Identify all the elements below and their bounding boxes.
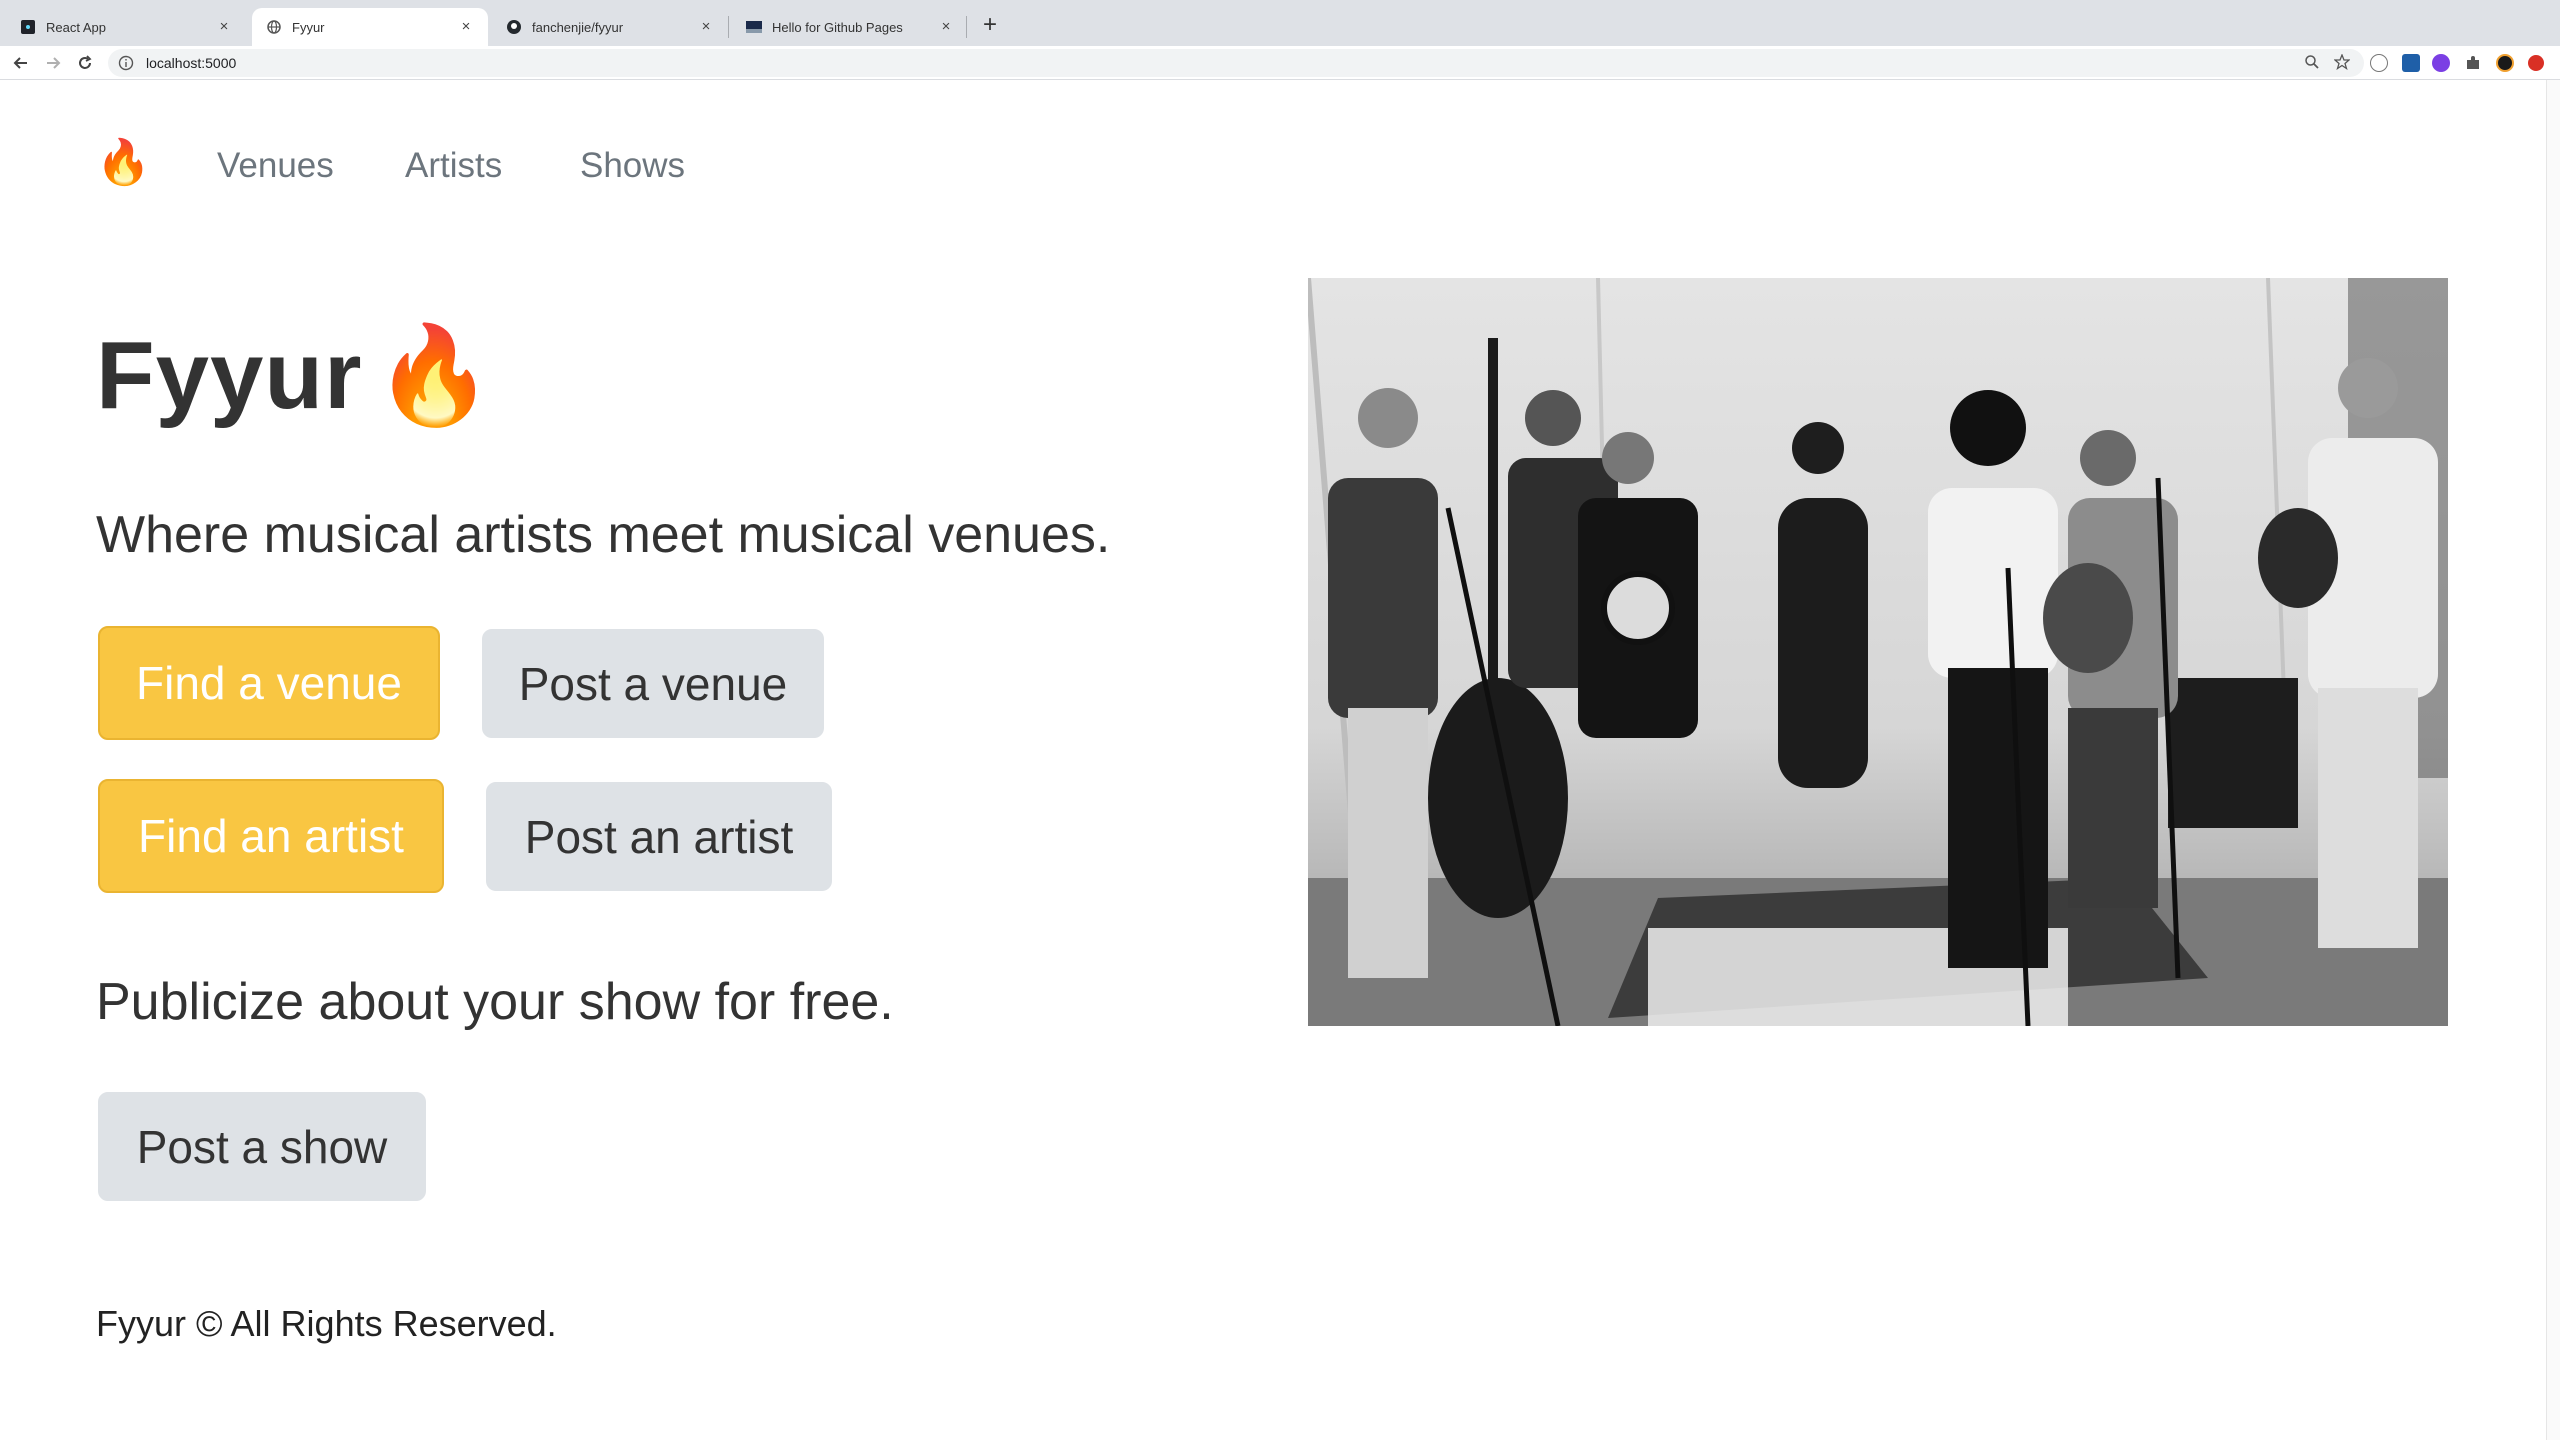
nav-shows-link[interactable]: Shows (580, 146, 685, 186)
find-artist-button[interactable]: Find an artist (98, 779, 444, 893)
extension-globe-icon[interactable] (2370, 54, 2388, 72)
nav-venues-link[interactable]: Venues (217, 146, 334, 186)
brand-logo[interactable]: 🔥 (96, 137, 151, 189)
publicize-text: Publicize about your show for free. (96, 973, 894, 1031)
globe-icon (266, 19, 282, 35)
profile-alert-icon[interactable] (2528, 55, 2544, 71)
tab-title: Fyyur (292, 19, 325, 35)
title-text: Fyyur (96, 322, 363, 429)
close-tab-icon[interactable]: × (458, 19, 474, 35)
browser-tab-bar: React App × Fyyur × fanchenjie/fyyur × H… (0, 0, 2560, 46)
footer-copyright: Fyyur © All Rights Reserved. (96, 1303, 557, 1344)
tab-react-app[interactable]: React App × (6, 8, 246, 46)
page-title: Fyyur 🔥 (96, 320, 495, 432)
browser-toolbar: localhost:5000 (0, 46, 2560, 80)
avatar[interactable] (2496, 54, 2514, 72)
forward-arrow-icon (47, 57, 61, 69)
reload-button[interactable] (72, 50, 98, 76)
address-bar[interactable]: localhost:5000 (108, 49, 2364, 77)
post-venue-button[interactable]: Post a venue (482, 629, 824, 738)
reload-icon (79, 55, 92, 69)
close-tab-icon[interactable]: × (216, 19, 232, 35)
post-artist-button[interactable]: Post an artist (486, 782, 832, 891)
fire-icon: 🔥 (374, 322, 495, 429)
new-tab-button[interactable]: + (976, 12, 1004, 40)
tab-github[interactable]: fanchenjie/fyyur × (492, 8, 728, 46)
react-app-icon (20, 19, 36, 35)
zoom-icon[interactable] (2304, 54, 2320, 70)
tab-title: React App (46, 19, 106, 35)
forward-button[interactable] (40, 50, 66, 76)
tab-separator (966, 16, 967, 38)
find-venue-button[interactable]: Find a venue (98, 626, 440, 740)
back-button[interactable] (8, 50, 34, 76)
back-arrow-icon (13, 57, 27, 69)
tab-title: fanchenjie/fyyur (532, 19, 624, 35)
extension-purple-icon[interactable] (2432, 54, 2450, 72)
star-icon[interactable] (2334, 54, 2350, 70)
post-show-button[interactable]: Post a show (98, 1092, 426, 1201)
tab-fyyur[interactable]: Fyyur × (252, 8, 488, 46)
tab-github-pages[interactable]: Hello for Github Pages × (732, 8, 968, 46)
close-tab-icon[interactable]: × (938, 19, 954, 35)
url-text: localhost:5000 (146, 55, 237, 71)
extension-blue-icon[interactable] (2402, 54, 2420, 72)
close-tab-icon[interactable]: × (698, 19, 714, 35)
puzzle-icon[interactable] (2464, 54, 2482, 72)
band-photo (1308, 278, 2448, 1026)
page-scrollbar[interactable] (2546, 80, 2560, 1440)
page-icon (746, 19, 762, 35)
nav-artists-link[interactable]: Artists (405, 146, 502, 186)
tab-title: Hello for Github Pages (772, 19, 903, 35)
tab-separator (728, 16, 729, 38)
github-icon (506, 19, 522, 35)
info-icon[interactable] (118, 55, 134, 71)
tagline: Where musical artists meet musical venue… (96, 506, 1111, 564)
